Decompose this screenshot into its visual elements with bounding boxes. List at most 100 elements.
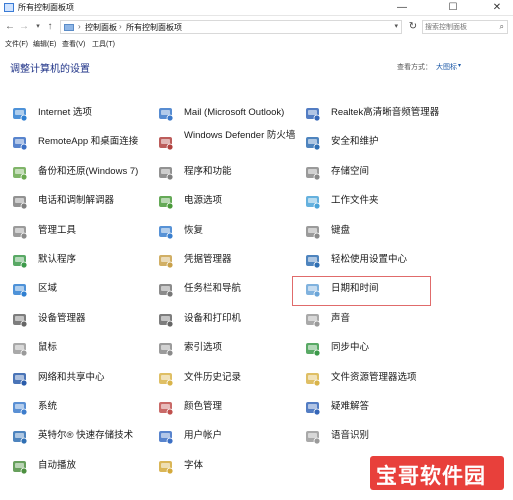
control-panel-item[interactable]: 电源选项 <box>158 192 298 212</box>
item-label: 工作文件夹 <box>331 195 379 207</box>
default-programs-icon <box>13 255 28 269</box>
control-panel-item[interactable]: 索引选项 <box>158 339 298 359</box>
view-by-dropdown[interactable]: 大图标 <box>436 62 457 72</box>
control-panel-item[interactable]: 键盘 <box>305 222 445 242</box>
recovery-icon <box>159 225 174 239</box>
control-panel-item[interactable]: Realtek高清晰音频管理器 <box>305 104 445 124</box>
item-label: 键盘 <box>331 224 351 236</box>
menu-file[interactable]: 文件(F) <box>5 39 28 49</box>
ease-of-access-icon <box>306 255 321 269</box>
forward-arrow-icon[interactable]: → <box>18 20 30 34</box>
control-panel-item[interactable]: 轻松使用设置中心 <box>305 251 445 271</box>
search-input[interactable] <box>425 22 495 33</box>
control-panel-item[interactable]: 管理工具 <box>12 222 152 242</box>
item-label: 文件资源管理器选项 <box>331 371 417 383</box>
control-panel-item[interactable]: 用户帐户 <box>158 427 298 447</box>
item-label: 安全和维护 <box>331 136 379 148</box>
control-panel-item[interactable]: 网络和共享中心 <box>12 369 152 389</box>
item-label: 鼠标 <box>38 342 58 354</box>
control-panel-item[interactable]: 字体 <box>158 457 298 477</box>
item-label: Windows Defender 防火墙 <box>184 130 296 142</box>
address-dropdown-icon[interactable]: ▾ <box>394 22 398 30</box>
control-panel-item[interactable]: 程序和功能 <box>158 163 298 183</box>
control-panel-item[interactable]: 默认程序 <box>12 251 152 271</box>
item-label: 设备和打印机 <box>184 312 242 324</box>
item-label: 电话和调制解调器 <box>38 195 115 207</box>
control-panel-item[interactable]: 恢复 <box>158 222 298 242</box>
control-panel-item[interactable]: 文件资源管理器选项 <box>305 369 445 389</box>
control-panel-item[interactable]: 文件历史记录 <box>158 369 298 389</box>
refresh-icon[interactable]: ↻ <box>406 20 420 34</box>
autoplay-icon <box>13 460 28 475</box>
system-icon <box>13 402 28 416</box>
item-label: 颜色管理 <box>184 401 223 412</box>
control-panel-item[interactable]: 设备管理器 <box>12 310 152 330</box>
up-arrow-icon[interactable]: ↑ <box>44 20 56 34</box>
sound-icon <box>306 313 321 328</box>
control-panel-item[interactable]: 疑难解答 <box>305 398 445 418</box>
search-box[interactable]: ⌕ <box>422 20 508 34</box>
control-panel-item[interactable]: 安全和维护 <box>305 133 445 153</box>
fonts-icon <box>159 460 174 475</box>
mouse-icon <box>13 343 28 357</box>
control-panel-item[interactable]: 鼠标 <box>12 339 152 359</box>
menu-view[interactable]: 查看(V) <box>62 39 85 49</box>
control-panel-item[interactable]: 语音识别 <box>305 427 445 447</box>
item-label: 同步中心 <box>331 342 370 354</box>
minimize-button[interactable]: — <box>386 0 418 16</box>
file-history-icon <box>159 372 174 386</box>
menu-tools[interactable]: 工具(T) <box>92 39 115 49</box>
address-bar[interactable]: › 控制面板 › 所有控制面板项 ▾ <box>60 20 402 34</box>
control-panel-item[interactable]: RemoteApp 和桌面连接 <box>12 133 152 153</box>
control-panel-item[interactable]: 凭据管理器 <box>158 251 298 271</box>
sync-center-icon <box>306 343 321 357</box>
recent-locations-chevron-icon[interactable]: ▾ <box>32 20 44 34</box>
address-toolbar: ← → ▾ ↑ › 控制面板 › 所有控制面板项 ▾ ↻ ⌕ <box>0 17 513 37</box>
breadcrumb-separator: › <box>78 22 81 31</box>
breadcrumb-control-panel[interactable]: 控制面板 <box>85 22 117 33</box>
control-panel-item[interactable]: Internet 选项 <box>12 104 152 124</box>
control-panel-item[interactable]: 任务栏和导航 <box>158 280 298 300</box>
item-label: 程序和功能 <box>184 165 232 177</box>
view-by-label: 查看方式： <box>397 64 432 71</box>
work-folders-icon <box>306 196 321 210</box>
item-label: 英特尔® 快速存储技术 <box>38 430 134 442</box>
item-label: 轻松使用设置中心 <box>331 254 408 265</box>
item-label: 网络和共享中心 <box>38 371 105 383</box>
item-label: 默认程序 <box>38 254 77 265</box>
folder-icon <box>64 24 74 31</box>
back-arrow-icon[interactable]: ← <box>4 20 16 34</box>
control-panel-item[interactable]: 设备和打印机 <box>158 310 298 330</box>
control-panel-item[interactable]: 日期和时间 <box>305 280 445 300</box>
control-panel-item[interactable]: 区域 <box>12 280 152 300</box>
item-label: 设备管理器 <box>38 312 86 324</box>
internet-options-icon <box>13 108 28 122</box>
view-by-chevron-icon[interactable]: ▾ <box>458 62 461 69</box>
item-label: 系统 <box>38 401 58 412</box>
control-panel-item[interactable]: 自动播放 <box>12 457 152 477</box>
control-panel-item[interactable]: Windows Defender 防火墙 <box>158 130 298 153</box>
control-panel-item[interactable]: 电话和调制解调器 <box>12 192 152 212</box>
control-panel-item[interactable]: 颜色管理 <box>158 398 298 418</box>
item-label: 凭据管理器 <box>184 254 232 265</box>
control-panel-item[interactable]: 英特尔® 快速存储技术 <box>12 427 152 447</box>
watermark-text: 宝哥软件园 <box>376 465 486 488</box>
speech-recognition-icon <box>306 431 321 445</box>
maximize-button[interactable]: ☐ <box>437 0 469 16</box>
menu-edit[interactable]: 编辑(E) <box>33 39 56 49</box>
control-panel-item[interactable]: Mail (Microsoft Outlook) <box>158 104 298 124</box>
menu-bar: 文件(F) 编辑(E) 查看(V) 工具(T) <box>0 38 513 50</box>
programs-features-icon <box>159 166 174 181</box>
search-icon[interactable]: ⌕ <box>500 22 504 32</box>
intel-rst-icon <box>13 431 28 445</box>
control-panel-item[interactable]: 工作文件夹 <box>305 192 445 212</box>
control-panel-item[interactable]: 同步中心 <box>305 339 445 359</box>
close-button[interactable]: ✕ <box>481 0 513 16</box>
title-bar: 所有控制面板项 — ☐ ✕ <box>0 0 513 16</box>
control-panel-item[interactable]: 存储空间 <box>305 163 445 183</box>
control-panel-item[interactable]: 备份和还原(Windows 7) <box>12 163 152 183</box>
storage-spaces-icon <box>306 166 321 181</box>
control-panel-item[interactable]: 系统 <box>12 398 152 418</box>
control-panel-item[interactable]: 声音 <box>305 310 445 330</box>
breadcrumb-all-items[interactable]: 所有控制面板项 <box>126 22 182 33</box>
